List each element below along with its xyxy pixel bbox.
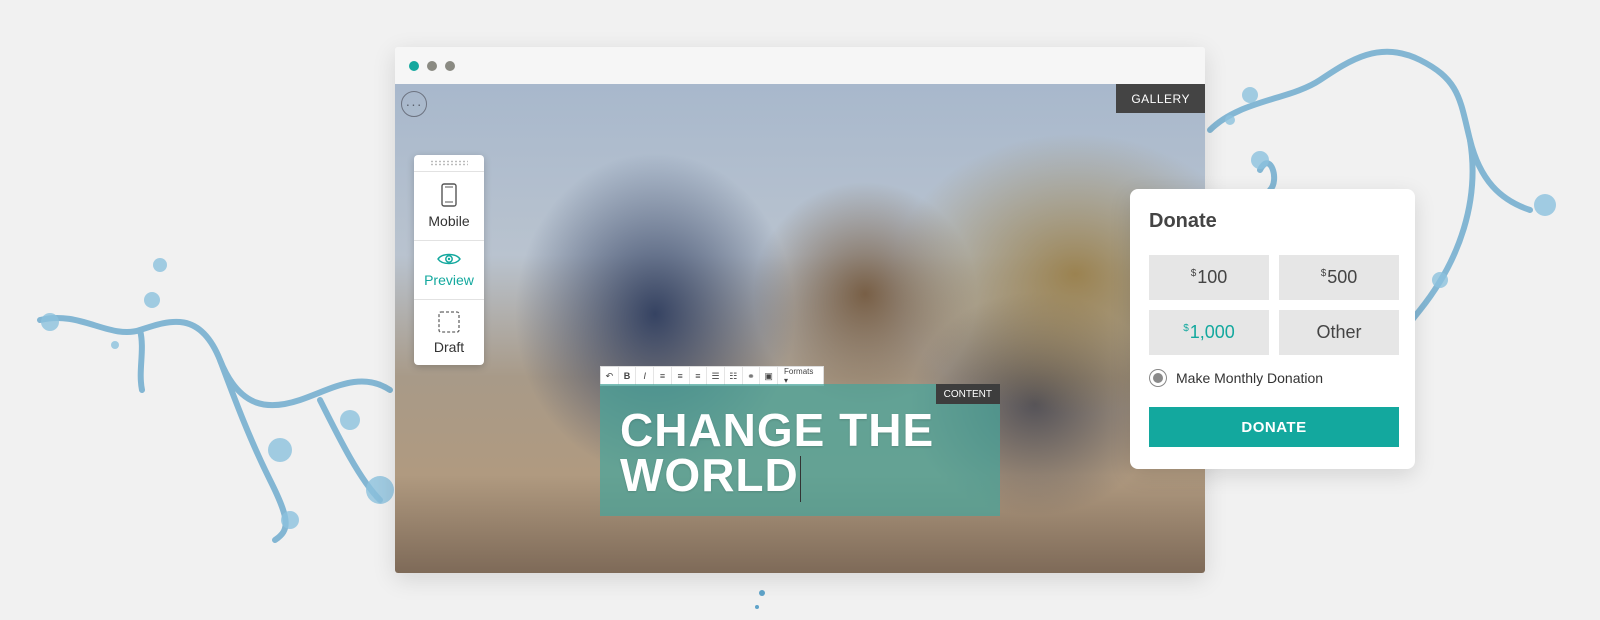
window-dot-gray[interactable]	[427, 60, 437, 71]
align-right-icon[interactable]: ≡	[690, 367, 708, 385]
device-item-preview[interactable]: Preview	[414, 241, 484, 300]
donate-button[interactable]: DONATE	[1149, 407, 1399, 447]
mobile-phone-icon	[441, 183, 457, 207]
link-icon[interactable]: ⚭	[743, 367, 761, 385]
align-center-icon[interactable]: ≡	[672, 367, 690, 385]
content-block[interactable]: CONTENT CHANGE THE WORLD	[600, 384, 1000, 516]
text-cursor	[800, 456, 801, 502]
formats-dropdown[interactable]: Formats ▾	[778, 367, 823, 385]
amount-button-1000[interactable]: $1,000	[1149, 310, 1269, 355]
undo-icon[interactable]: ↶	[601, 367, 619, 385]
water-drop-icon	[755, 590, 765, 609]
donate-title: Donate	[1149, 210, 1217, 232]
window-titlebar	[395, 47, 1205, 85]
donate-widget: Donate $100 $500 $1,000 Other Make Month…	[1130, 189, 1415, 469]
more-dots-icon[interactable]: ···	[401, 91, 427, 117]
amount-value: 1,000	[1189, 322, 1235, 342]
device-item-mobile[interactable]: Mobile	[414, 172, 484, 241]
device-item-label: Preview	[424, 272, 474, 288]
amount-button-500[interactable]: $500	[1279, 255, 1399, 300]
device-item-label: Draft	[433, 339, 465, 355]
grip-dots-icon	[430, 160, 468, 166]
monthly-label: Make Monthly Donation	[1176, 370, 1324, 386]
monthly-radio[interactable]	[1149, 369, 1167, 387]
bold-button[interactable]: B	[619, 367, 637, 385]
hero-image: ··· GALLERY Mobile Preview Draft ↶ B I ≡…	[395, 84, 1205, 573]
bullet-list-icon[interactable]: ☰	[707, 367, 725, 385]
headline-text[interactable]: CHANGE THE WORLD	[620, 404, 935, 501]
amount-button-other[interactable]: Other	[1279, 310, 1399, 355]
amount-button-100[interactable]: $100	[1149, 255, 1269, 300]
window-dot-teal[interactable]	[409, 60, 419, 71]
align-left-icon[interactable]: ≡	[654, 367, 672, 385]
amount-options: $100 $500 $1,000 Other	[1149, 255, 1399, 355]
headline-line: WORLD	[620, 449, 799, 501]
device-item-label: Mobile	[428, 213, 470, 229]
content-tag[interactable]: CONTENT	[935, 384, 1000, 404]
window-dot-gray[interactable]	[445, 60, 455, 71]
editor-window: ··· GALLERY Mobile Preview Draft ↶ B I ≡…	[395, 47, 1205, 573]
numbered-list-icon[interactable]: ☷	[725, 367, 743, 385]
image-icon[interactable]: ▣	[760, 367, 779, 385]
drag-handle[interactable]	[414, 155, 484, 172]
text-editor-toolbar: ↶ B I ≡ ≡ ≡ ☰ ☷ ⚭ ▣ Formats ▾	[600, 366, 824, 386]
dashed-frame-icon	[438, 311, 460, 333]
headline-line: CHANGE THE	[620, 404, 935, 456]
amount-value: 500	[1327, 267, 1358, 287]
water-splash-left-icon	[37, 258, 394, 543]
italic-button[interactable]: I	[636, 367, 655, 385]
gallery-tag[interactable]: GALLERY	[1116, 84, 1205, 113]
eye-icon	[437, 253, 461, 265]
currency-symbol: $	[1320, 268, 1327, 279]
currency-symbol: $	[1183, 323, 1189, 334]
monthly-donation-option[interactable]: Make Monthly Donation	[1149, 369, 1323, 387]
device-panel: Mobile Preview Draft	[414, 155, 484, 365]
radio-dot-icon	[1153, 373, 1163, 383]
currency-symbol: $	[1190, 268, 1197, 279]
amount-value: 100	[1197, 267, 1228, 287]
device-item-draft[interactable]: Draft	[414, 300, 484, 366]
